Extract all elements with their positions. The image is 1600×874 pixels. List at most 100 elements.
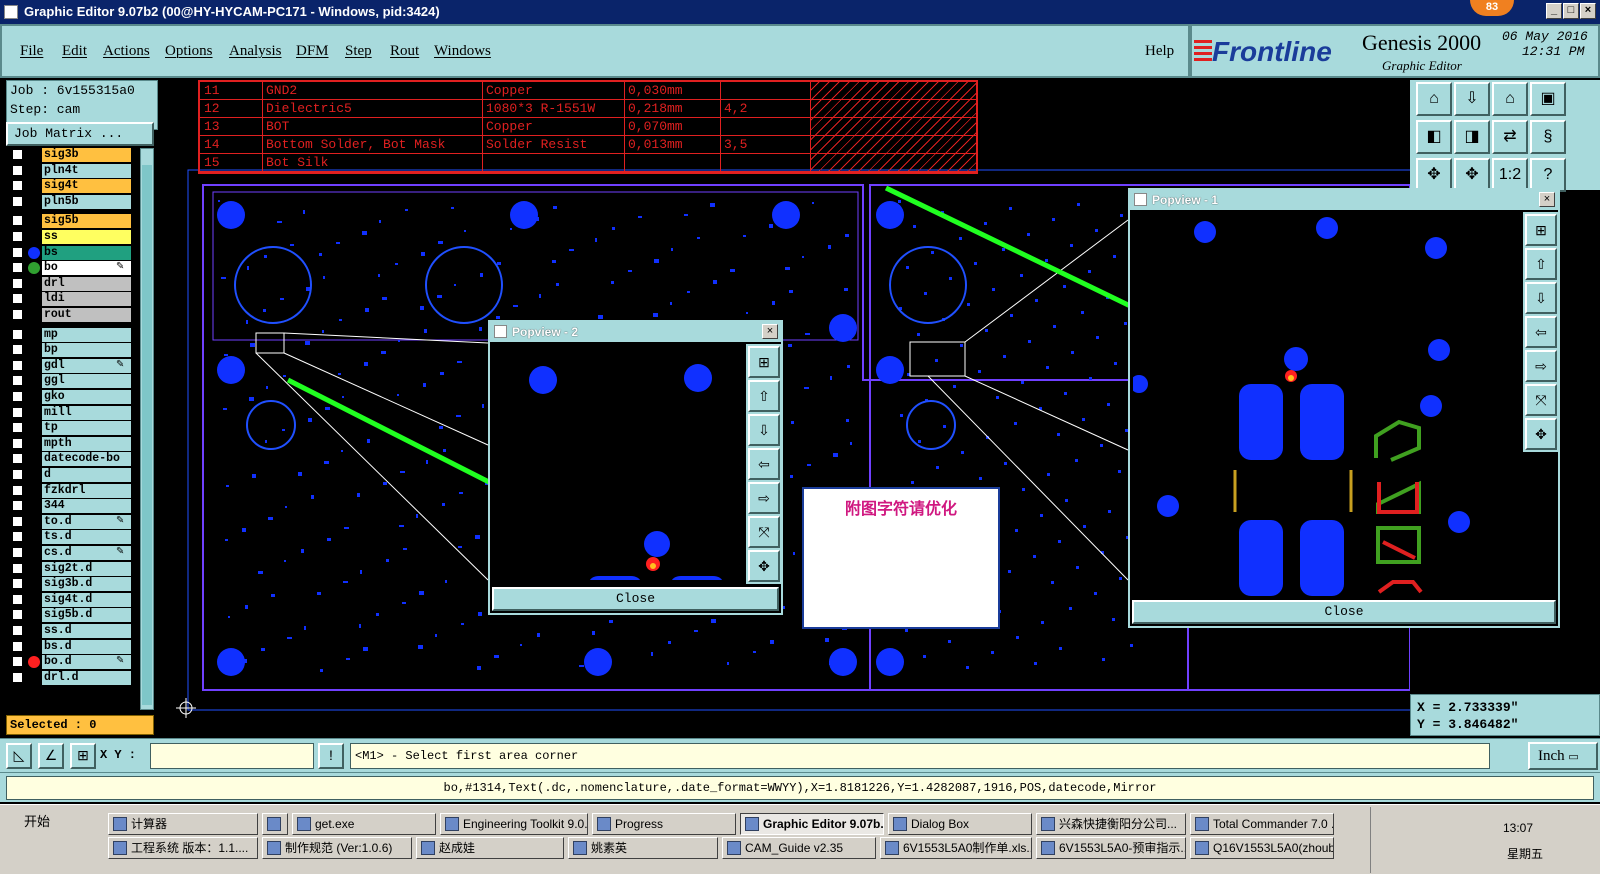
alert-icon[interactable]: ! xyxy=(318,743,344,769)
layer-name[interactable]: ts.d xyxy=(42,530,131,545)
layer-checkbox[interactable] xyxy=(12,562,23,574)
layer-name[interactable]: pln5b xyxy=(42,194,131,209)
window-title-bar[interactable]: Graphic Editor 9.07b2 (00@HY-HYCAM-PC171… xyxy=(0,0,1600,24)
layer-name[interactable]: d xyxy=(42,468,131,482)
layer-row[interactable]: sig4t.d xyxy=(6,592,146,607)
layer-row[interactable]: to.d ✎ xyxy=(6,514,146,529)
taskbar-button[interactable]: Total Commander 7.0 ... xyxy=(1190,813,1334,835)
layer-name[interactable]: pln4t xyxy=(42,163,131,178)
taskbar-button[interactable]: 制作规范 (Ver:1.0.6) xyxy=(262,837,412,859)
pan-left-icon[interactable]: ◧ xyxy=(1416,120,1452,154)
layer-name[interactable]: mp xyxy=(42,327,131,342)
layer-row[interactable]: sig4t xyxy=(6,179,146,194)
menu-windows[interactable]: Windows xyxy=(434,43,491,60)
popview-2-canvas[interactable] xyxy=(493,344,743,580)
layer-checkbox[interactable] xyxy=(12,656,23,668)
layer-list-scrollbar[interactable] xyxy=(140,148,154,710)
maximize-button[interactable]: □ xyxy=(1563,3,1579,19)
layer-checkbox[interactable] xyxy=(12,578,23,590)
layer-name[interactable]: datecode-bo xyxy=(42,452,131,467)
notification-badge[interactable]: 83 xyxy=(1470,0,1514,16)
center-icon[interactable]: ✥ xyxy=(1454,158,1490,192)
layer-checkbox[interactable] xyxy=(12,469,23,480)
taskbar-button[interactable] xyxy=(262,813,288,835)
menu-analysis[interactable]: Analysis xyxy=(229,43,282,60)
layer-row[interactable]: pln5b xyxy=(6,194,146,209)
layer-checkbox[interactable] xyxy=(12,164,23,176)
layer-row[interactable]: ts.d xyxy=(6,530,146,545)
popview-2-close-icon[interactable]: × xyxy=(762,324,778,339)
layer-checkbox[interactable] xyxy=(12,453,23,465)
zoom-home-icon[interactable]: ⌂ xyxy=(1416,82,1452,116)
scale-icon[interactable]: 1:2 xyxy=(1492,158,1528,192)
feature-info-field[interactable]: bo,#1314,Text(.dc,.nomenclature,.date_fo… xyxy=(6,776,1594,800)
layer-checkbox[interactable] xyxy=(12,277,23,289)
menu-file[interactable]: File xyxy=(20,43,43,60)
layer-name[interactable]: sig4t.d xyxy=(42,592,131,607)
taskbar-button[interactable]: Q16V1553L5A0(zhoub)... xyxy=(1190,837,1334,859)
help-icon[interactable]: ? xyxy=(1530,158,1566,192)
menu-actions[interactable]: Actions xyxy=(103,43,150,60)
layer-name[interactable]: sig3b xyxy=(42,148,131,162)
taskbar-button[interactable]: 姚素英 xyxy=(568,837,718,859)
layer-row[interactable]: mill xyxy=(6,405,146,420)
menu-options[interactable]: Options xyxy=(165,43,213,60)
layer-name[interactable]: fzkdrl xyxy=(42,483,131,498)
layer-name[interactable]: sig2t.d xyxy=(42,561,131,576)
layer-name[interactable]: sig5b.d xyxy=(42,608,131,623)
swap-icon[interactable]: ⇄ xyxy=(1492,120,1528,154)
popview-1-close-button[interactable]: Close xyxy=(1132,600,1556,624)
layer-row[interactable]: 344 xyxy=(6,499,146,514)
layer-checkbox[interactable] xyxy=(12,593,23,605)
popview-1-title-bar[interactable]: Popview - 1 xyxy=(1130,190,1558,210)
layer-checkbox[interactable] xyxy=(12,195,23,207)
pv2-zoom-icon[interactable]: ⊞ xyxy=(748,346,780,378)
fit-view-icon[interactable]: ▣ xyxy=(1530,82,1566,116)
layer-row[interactable]: bp xyxy=(6,343,146,358)
layer-name[interactable]: 344 xyxy=(42,499,131,514)
layer-row[interactable]: gdl ✎ xyxy=(6,358,146,373)
taskbar-button[interactable]: Progress xyxy=(592,813,736,835)
minimize-button[interactable]: _ xyxy=(1546,3,1562,19)
pv1-up-icon[interactable]: ⇧ xyxy=(1525,248,1557,280)
layer-row[interactable]: sig2t.d xyxy=(6,561,146,576)
popview-2-window[interactable]: Popview - 2 × ⊞ ⇧ ⇩ ⇦ ⇨ ⤧ ✥ Close xyxy=(488,320,783,615)
menu-dfm[interactable]: DFM xyxy=(296,43,329,60)
layer-checkbox[interactable] xyxy=(12,231,23,242)
pv1-shrink-icon[interactable]: ⤧ xyxy=(1525,384,1557,416)
layer-name[interactable]: ss xyxy=(42,230,131,244)
layer-name[interactable]: ggl xyxy=(42,374,131,389)
layer-checkbox[interactable] xyxy=(12,375,23,387)
layer-name[interactable]: bp xyxy=(42,343,131,358)
layer-checkbox[interactable] xyxy=(12,640,23,652)
layer-name[interactable]: drl.d xyxy=(42,670,131,685)
layer-row[interactable]: mpth xyxy=(6,436,146,451)
pv2-up-icon[interactable]: ⇧ xyxy=(748,380,780,412)
layer-row[interactable]: rout xyxy=(6,308,146,322)
pv2-down-icon[interactable]: ⇩ xyxy=(748,414,780,446)
layer-checkbox[interactable] xyxy=(12,547,23,558)
menu-edit[interactable]: Edit xyxy=(62,43,87,60)
taskbar-button[interactable]: 赵成娃 xyxy=(416,837,564,859)
taskbar-button[interactable]: 6V1553L5A0制作单.xls... xyxy=(880,837,1032,859)
pv2-shrink-icon[interactable]: ⤧ xyxy=(748,516,780,548)
layer-row[interactable]: bs xyxy=(6,245,146,260)
layer-row[interactable]: bo ✎ xyxy=(6,261,146,276)
layer-name[interactable]: mpth xyxy=(42,436,131,451)
layer-checkbox[interactable] xyxy=(12,262,23,274)
measure-icon[interactable]: ◺ xyxy=(6,743,32,769)
scrollbar-thumb[interactable] xyxy=(142,165,152,705)
pv2-right-icon[interactable]: ⇨ xyxy=(748,482,780,514)
layer-checkbox[interactable] xyxy=(12,359,23,371)
pan-right-icon[interactable]: ◨ xyxy=(1454,120,1490,154)
layer-name[interactable]: mill xyxy=(42,405,131,420)
layer-checkbox[interactable] xyxy=(12,246,23,258)
layer-row[interactable]: pln4t xyxy=(6,163,146,178)
layer-row[interactable]: drl xyxy=(6,276,146,291)
layer-row[interactable]: d xyxy=(6,468,146,482)
layer-row[interactable]: ldi xyxy=(6,292,146,307)
popview-1-canvas[interactable] xyxy=(1133,212,1521,596)
menu-rout[interactable]: Rout xyxy=(390,43,419,60)
layer-name[interactable]: rout xyxy=(42,308,131,322)
layer-row[interactable]: datecode-bo xyxy=(6,452,146,467)
